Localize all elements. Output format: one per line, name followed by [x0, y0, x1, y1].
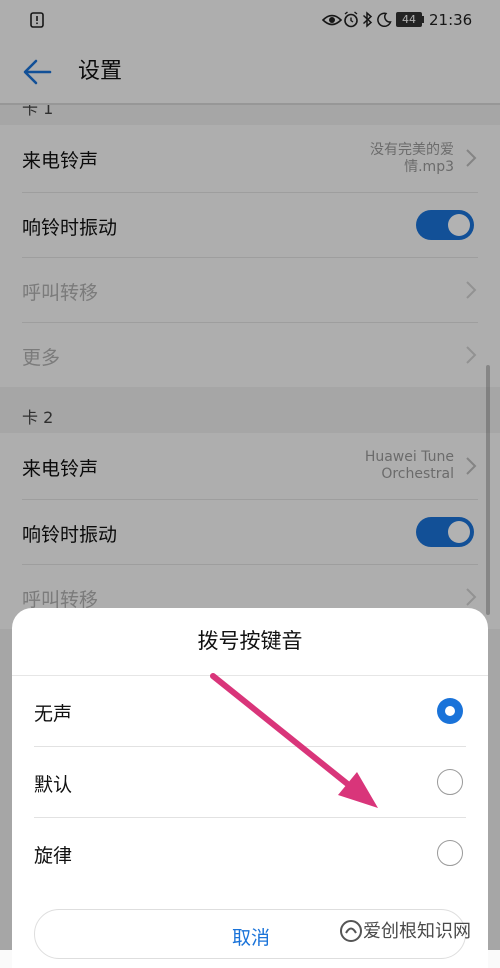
watermark-logo-icon [340, 920, 362, 942]
watermark-text: 爱创根知识网 [363, 921, 471, 942]
annotation-arrow-icon [210, 673, 378, 808]
